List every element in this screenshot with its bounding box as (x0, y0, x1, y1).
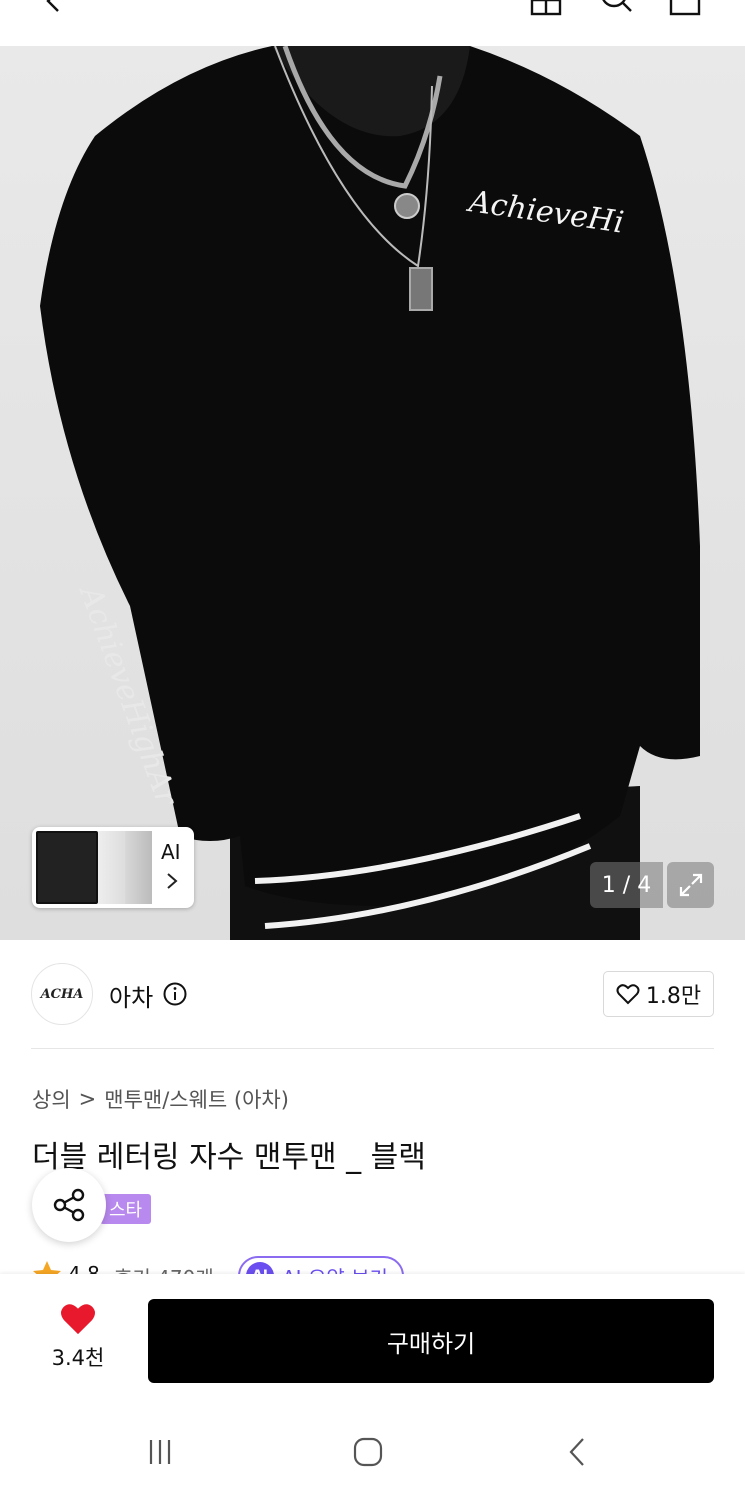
heart-filled-icon (61, 1304, 95, 1335)
divider (31, 1048, 714, 1049)
wishlist-count: 3.4천 (51, 1346, 105, 1370)
expand-button[interactable] (667, 862, 714, 908)
home-icon[interactable] (348, 1434, 388, 1470)
ai-thumbnail-card[interactable]: AI (32, 827, 194, 908)
recent-apps-icon[interactable] (140, 1434, 180, 1470)
store-icon[interactable] (528, 0, 564, 16)
thumbnail-2 (98, 831, 125, 904)
wishlist-button[interactable]: 3.4천 (38, 1302, 118, 1372)
cart-icon[interactable] (667, 0, 703, 16)
heart-outline-icon (616, 984, 640, 1005)
search-icon[interactable] (598, 0, 634, 16)
breadcrumb-separator: > (78, 1087, 97, 1111)
breadcrumb-subcategory[interactable]: 맨투맨/스웨트 (아차) (104, 1084, 289, 1114)
system-nav-bar (0, 1402, 745, 1500)
sweatshirt-photo: AchieveHi AchieveHighAr (40, 46, 700, 940)
thumbnail-strip (36, 831, 152, 904)
brand-like-count: 1.8만 (645, 984, 702, 1009)
buy-button[interactable]: 구매하기 (148, 1299, 714, 1383)
top-app-bar (0, 0, 745, 46)
product-image[interactable]: AchieveHi AchieveHighAr AI 1 / 4 (0, 46, 745, 940)
chevron-right-icon (165, 871, 179, 895)
product-tag-badge: 스타 (100, 1194, 152, 1224)
thumbnail-1 (36, 831, 98, 904)
share-button[interactable] (32, 1168, 106, 1242)
brand-name[interactable]: 아차 (109, 978, 153, 1013)
share-icon (53, 1188, 85, 1222)
expand-icon (679, 873, 702, 897)
image-counter: 1 / 4 (590, 862, 663, 908)
breadcrumb-category[interactable]: 상의 (32, 1084, 71, 1114)
system-back-icon[interactable] (557, 1434, 597, 1470)
brand-row: ACHA 아차 1.8만 (0, 940, 745, 1050)
back-icon[interactable] (36, 0, 72, 16)
thumbnail-3 (125, 831, 152, 904)
ai-label: AI (161, 840, 181, 864)
brand-logo[interactable]: ACHA (31, 963, 93, 1025)
product-title: 더블 레터링 자수 맨투맨 _ 블랙 (32, 1140, 426, 1175)
info-icon[interactable] (163, 982, 187, 1010)
breadcrumb: 상의 > 맨투맨/스웨트 (아차) (32, 1084, 289, 1114)
bottom-action-bar: 3.4천 구매하기 (0, 1274, 745, 1402)
brand-like-button[interactable]: 1.8만 (603, 971, 714, 1017)
